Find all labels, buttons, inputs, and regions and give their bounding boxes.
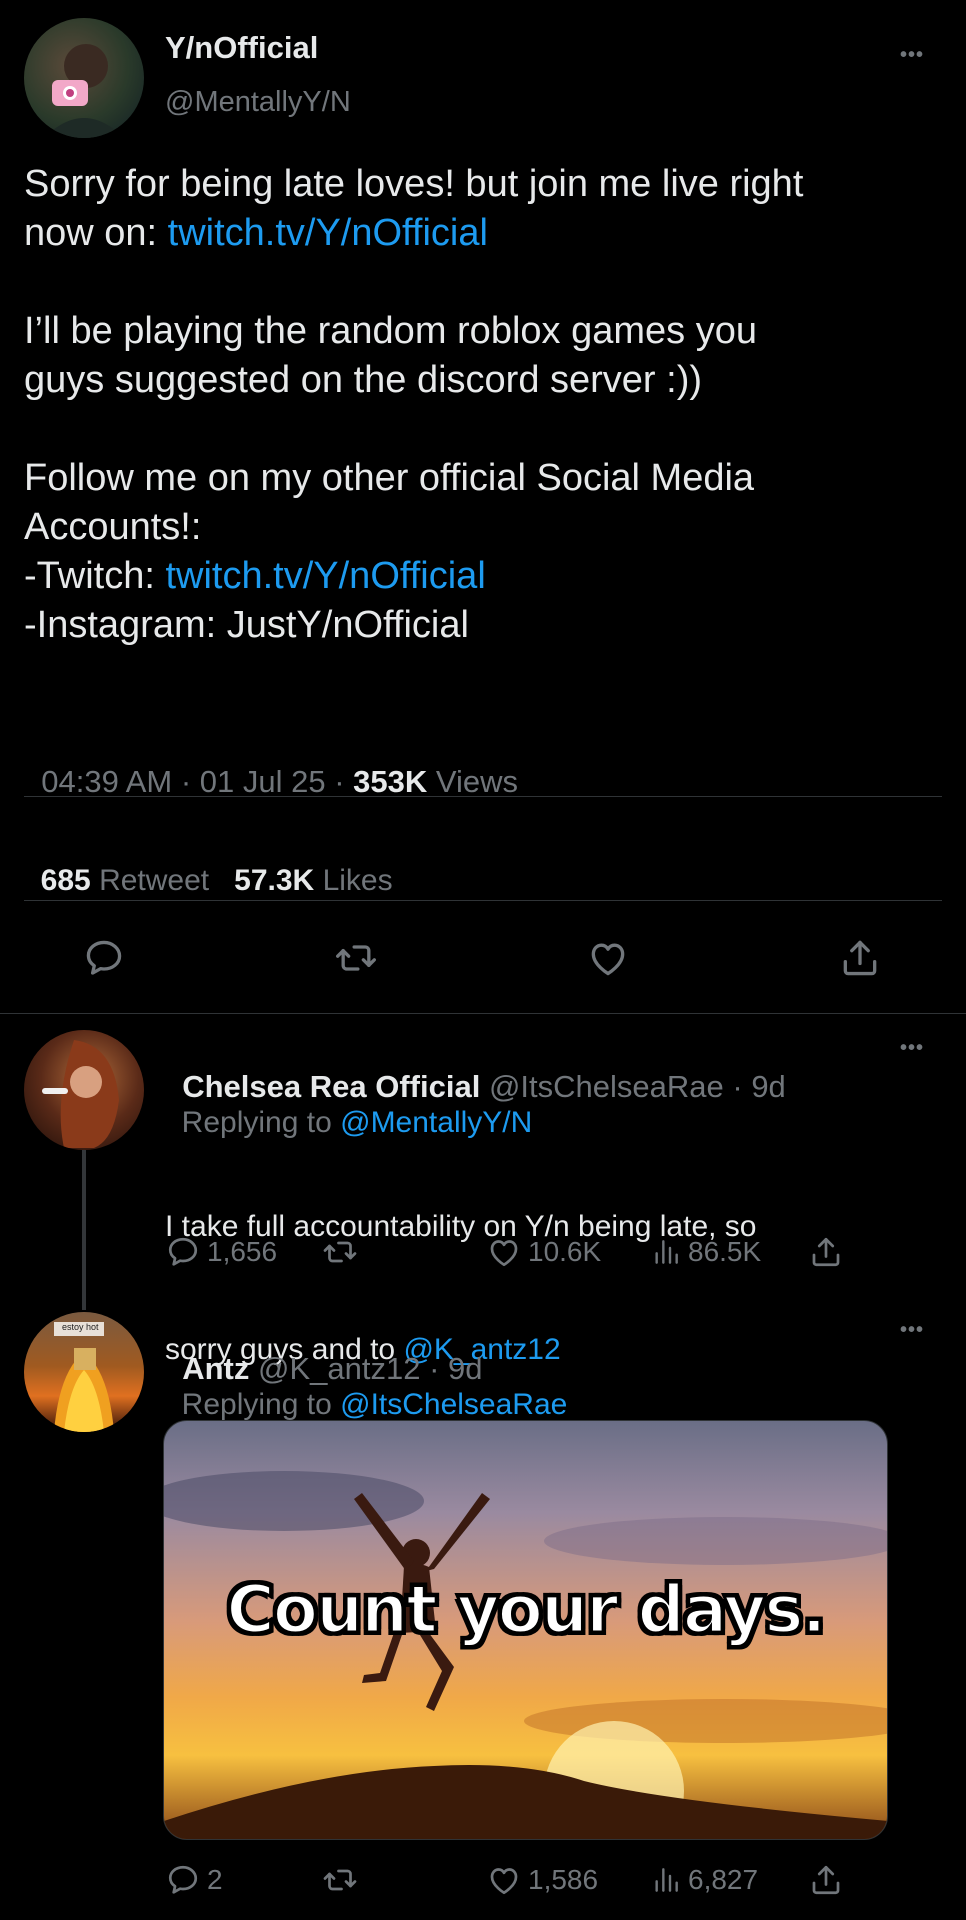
retweet-label[interactable]: Retweet (99, 864, 209, 897)
reply-icon[interactable] (82, 936, 126, 980)
replying-prefix: Replying to (181, 1388, 341, 1421)
views-count: 6,827 (688, 1864, 759, 1895)
views-count: 353K (353, 764, 428, 799)
more-icon[interactable]: ••• (900, 1037, 924, 1060)
tweet-text-span: now on: (24, 212, 168, 254)
more-icon[interactable]: ••• (900, 44, 924, 67)
like-count: 10.6K (528, 1236, 602, 1267)
reply-count-button[interactable]: 1,656 (165, 1234, 277, 1270)
reply-icon (168, 1865, 198, 1894)
mention-link[interactable]: @ItsChelseaRae (340, 1388, 567, 1421)
share-button[interactable] (808, 1234, 850, 1270)
tweet-time[interactable]: 04:39 AM (41, 764, 172, 799)
tweet-line: Accounts!: (24, 506, 202, 548)
retweet-count[interactable]: 685 (41, 864, 91, 897)
tweet-date[interactable]: 01 Jul 25 (200, 764, 326, 799)
share-button[interactable] (808, 1862, 850, 1898)
share-icon (812, 1865, 840, 1895)
image-caption: Count your days. (225, 1570, 828, 1650)
tweet-text: Sorry for being late loves! but join me … (24, 160, 954, 650)
twitch-link[interactable]: twitch.tv/Y/nOfficial (165, 555, 485, 597)
separator: · (723, 1069, 752, 1104)
retweet-icon (323, 1241, 357, 1263)
views-label: Views (435, 764, 519, 799)
views-icon (655, 1868, 678, 1892)
likes-label[interactable]: Likes (323, 864, 393, 897)
tweet-line: I’ll be playing the random roblox games … (24, 310, 757, 352)
retweet-icon (323, 1869, 357, 1891)
divider (24, 796, 942, 797)
timestamp-row: 04:39 AM · 01 Jul 25 · 353K Views (24, 728, 518, 800)
like-button[interactable]: 1,586 (486, 1862, 598, 1898)
media-image[interactable]: Count your days. (163, 1420, 888, 1840)
separator: · (172, 764, 200, 799)
display-name[interactable]: Y/nOfficial (165, 30, 318, 66)
tweet-line: guys suggested on the discord server :)) (24, 359, 703, 401)
replying-to: Replying to @ItsChelseaRae (165, 1354, 568, 1422)
tweet-line: now on: twitch.tv/Y/nOfficial (24, 209, 954, 258)
thread-line (82, 1150, 86, 1310)
views-sep (427, 764, 436, 799)
reply-count: 1,656 (207, 1236, 278, 1267)
tweet-line: Sorry for being late loves! but join me … (24, 163, 804, 205)
tweet-line: -Twitch: twitch.tv/Y/nOfficial (24, 552, 954, 601)
avatar[interactable] (24, 1030, 144, 1150)
reply-count: 2 (207, 1864, 223, 1895)
retweet-button[interactable] (322, 1862, 364, 1898)
views-button[interactable]: 86.5K (650, 1234, 761, 1270)
share-icon (812, 1237, 840, 1267)
reply-icon (168, 1237, 198, 1266)
like-icon (490, 1240, 518, 1267)
like-icon (490, 1868, 518, 1895)
separator: · (325, 764, 354, 799)
avatar[interactable] (24, 18, 144, 138)
handle[interactable]: @MentallyY/N (165, 86, 351, 119)
twitch-link[interactable]: twitch.tv/Y/nOfficial (168, 212, 488, 254)
avatar-caption: estoy hot (62, 1322, 99, 1332)
retweet-icon[interactable] (334, 936, 378, 980)
views-count: 86.5K (688, 1236, 762, 1267)
tweet-text-span: -Twitch: (24, 555, 166, 597)
views-icon (655, 1240, 678, 1264)
reply-count-button[interactable]: 2 (165, 1862, 223, 1898)
engagement-row: 685 Retweet 57.3K Likes (24, 830, 393, 898)
divider (0, 1013, 966, 1014)
retweet-button[interactable] (322, 1234, 364, 1270)
share-icon[interactable] (838, 936, 882, 980)
like-count: 1,586 (528, 1864, 599, 1895)
views-button[interactable]: 6,827 (650, 1862, 758, 1898)
like-button[interactable]: 10.6K (486, 1234, 601, 1270)
divider (24, 900, 942, 901)
tweet-line: Follow me on my other official Social Me… (24, 457, 755, 499)
more-icon[interactable]: ••• (900, 1319, 924, 1342)
like-icon[interactable] (586, 936, 630, 980)
likes-count[interactable]: 57.3K (234, 864, 314, 897)
reply-age[interactable]: 9d (751, 1069, 785, 1104)
tweet-line: -Instagram: JustY/nOfficial (24, 604, 469, 646)
